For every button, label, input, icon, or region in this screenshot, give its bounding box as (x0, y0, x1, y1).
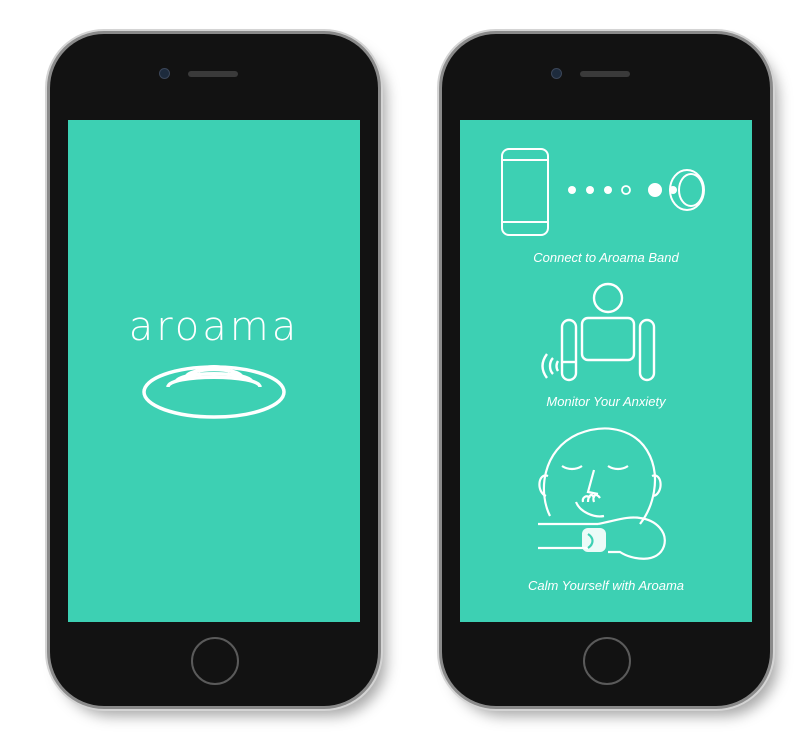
app-logo-wordmark: aroama (128, 304, 300, 350)
phone-left: aroama (50, 34, 378, 706)
splash-screen: aroama (68, 120, 360, 622)
earpiece-speaker (580, 71, 630, 77)
step-monitor-caption: Monitor Your Anxiety (546, 394, 666, 409)
onboarding-screen: Connect to Aroama Band Monitor Your Anxi… (460, 120, 752, 622)
phone-right: Connect to Aroama Band Monitor Your Anxi… (442, 34, 770, 706)
home-button[interactable] (583, 637, 631, 685)
phone-to-band-icon (501, 148, 705, 236)
aroama-ripple-logo-icon (142, 365, 286, 419)
earpiece-speaker (188, 71, 238, 77)
step-connect-caption: Connect to Aroama Band (533, 250, 679, 265)
step-calm-caption: Calm Yourself with Aroama (527, 578, 685, 593)
home-button[interactable] (191, 637, 239, 685)
person-wrist-vibration-icon (541, 282, 656, 382)
face-inhaling-band-icon (538, 427, 666, 560)
front-camera (159, 68, 170, 79)
front-camera (551, 68, 562, 79)
